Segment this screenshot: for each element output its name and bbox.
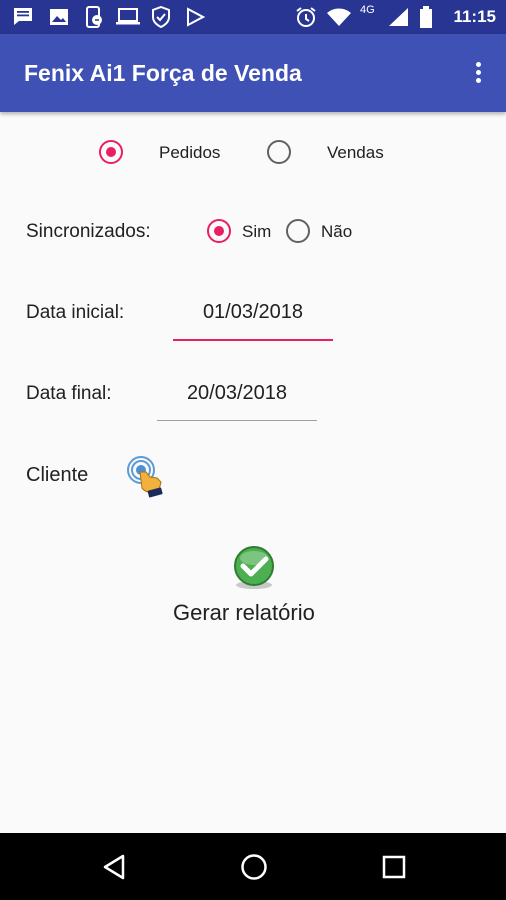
- app-title: Fenix Ai1 Força de Venda: [24, 60, 302, 86]
- phone-sync-icon: [86, 6, 102, 28]
- app-bar: Fenix Ai1 Força de Venda: [0, 34, 506, 112]
- home-icon[interactable]: [239, 852, 269, 882]
- laptop-icon: [116, 8, 140, 25]
- cliente-label: Cliente: [26, 464, 89, 486]
- radio-pedidos-label[interactable]: Pedidos: [159, 143, 220, 163]
- status-bar: 4G 11:15: [0, 0, 506, 34]
- signal-icon: [389, 8, 408, 26]
- radio-nao-label[interactable]: Não: [321, 222, 352, 242]
- back-icon[interactable]: [101, 853, 127, 881]
- overflow-menu-icon[interactable]: [476, 62, 484, 86]
- image-icon: [50, 9, 68, 25]
- network-type: 4G: [360, 4, 375, 16]
- recents-icon[interactable]: [381, 854, 407, 880]
- message-icon: [14, 8, 32, 25]
- gerar-relatorio-button[interactable]: Gerar relatório: [173, 600, 315, 626]
- clock: 11:15: [453, 7, 496, 26]
- battery-icon: [420, 6, 432, 28]
- data-final-underline: [157, 420, 317, 421]
- shield-icon: [152, 6, 170, 28]
- play-store-icon: [187, 7, 205, 27]
- data-inicial-input[interactable]: 01/03/2018: [173, 301, 333, 324]
- alarm-icon: [296, 7, 316, 27]
- sincronizados-label: Sincronizados:: [26, 221, 151, 242]
- wifi-icon: [327, 8, 351, 26]
- radio-pedidos[interactable]: [99, 140, 123, 164]
- data-inicial-label: Data inicial:: [26, 302, 125, 323]
- radio-sim[interactable]: [207, 219, 231, 243]
- data-final-label: Data final:: [26, 383, 112, 404]
- radio-vendas-label[interactable]: Vendas: [327, 143, 384, 163]
- radio-vendas[interactable]: [267, 140, 291, 164]
- data-inicial-underline: [173, 339, 333, 341]
- green-check-icon[interactable]: [230, 545, 278, 591]
- touch-select-icon[interactable]: [124, 454, 166, 498]
- navigation-bar: [0, 833, 506, 900]
- radio-nao[interactable]: [286, 219, 310, 243]
- radio-sim-label[interactable]: Sim: [242, 222, 271, 242]
- data-final-input[interactable]: 20/03/2018: [157, 382, 317, 405]
